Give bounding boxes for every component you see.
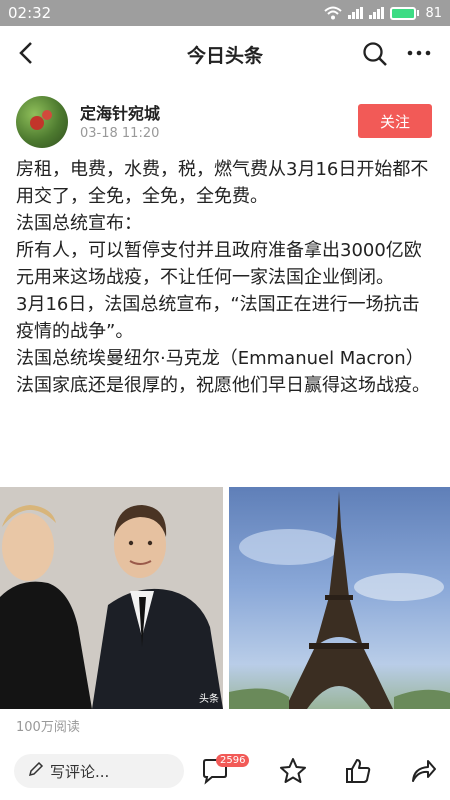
- system-icons: 81: [324, 6, 442, 21]
- comment-input[interactable]: 写评论...: [14, 754, 184, 788]
- avatar[interactable]: [16, 96, 68, 148]
- author-header: 定海针宛城 03-18 11:20 关注: [16, 96, 436, 152]
- article-paragraph: 房租，电费，水费，税，燃气费从3月16日开始都不用交了，全免，全免，全免费。: [16, 159, 429, 207]
- back-arrow-icon[interactable]: [12, 38, 42, 68]
- article-photos: 头条: [0, 487, 450, 709]
- comment-count-badge: 2596: [216, 754, 250, 767]
- publish-date: 03-18 11:20: [80, 126, 160, 141]
- article-paragraph: 所有人，可以暂停支付并且政府准备拿出3000亿欧元用来这场战疫，不让任何一家法国…: [16, 240, 422, 288]
- follow-button[interactable]: 关注: [358, 104, 432, 138]
- battery-icon: [390, 6, 420, 20]
- status-time: 02:32: [8, 4, 52, 22]
- thumbs-up-icon[interactable]: [343, 756, 373, 786]
- article-paragraph: 法国总统宣布：: [16, 213, 142, 234]
- article-paragraph: 法国总统埃曼纽尔·马克龙（Emmanuel Macron）: [16, 348, 424, 369]
- macron-photo[interactable]: 头条: [0, 487, 223, 709]
- signal-icon: [348, 7, 364, 19]
- article-body: 房租，电费，水费，税，燃气费从3月16日开始都不用交了，全免，全免，全免费。 法…: [16, 156, 436, 399]
- author-name[interactable]: 定海针宛城: [80, 100, 160, 124]
- image-watermark: 头条: [199, 694, 219, 705]
- read-count: 100万阅读: [16, 720, 80, 735]
- article-paragraph: 法国家底还是很厚的，祝愿他们早日赢得这场战疫。: [16, 375, 430, 396]
- search-icon[interactable]: [360, 39, 390, 69]
- wifi-icon: [324, 6, 343, 20]
- comment-placeholder: 写评论...: [50, 762, 110, 781]
- pencil-icon: [28, 761, 44, 781]
- article-paragraph: 3月16日，法国总统宣布，“法国正在进行一场抗击疫情的战争”。: [16, 294, 420, 342]
- share-icon[interactable]: [408, 756, 438, 786]
- status-bar: 02:32 81: [0, 0, 450, 26]
- battery-percent: 81: [425, 5, 442, 21]
- star-icon[interactable]: [278, 756, 308, 786]
- navigation-bar: 今日头条: [0, 26, 450, 82]
- more-icon[interactable]: [404, 38, 434, 74]
- eiffel-tower-photo[interactable]: [229, 487, 450, 709]
- page-title: 今日头条: [186, 44, 263, 67]
- bottom-action-bar: 写评论... 2596: [0, 742, 450, 800]
- signal-icon: [369, 7, 385, 19]
